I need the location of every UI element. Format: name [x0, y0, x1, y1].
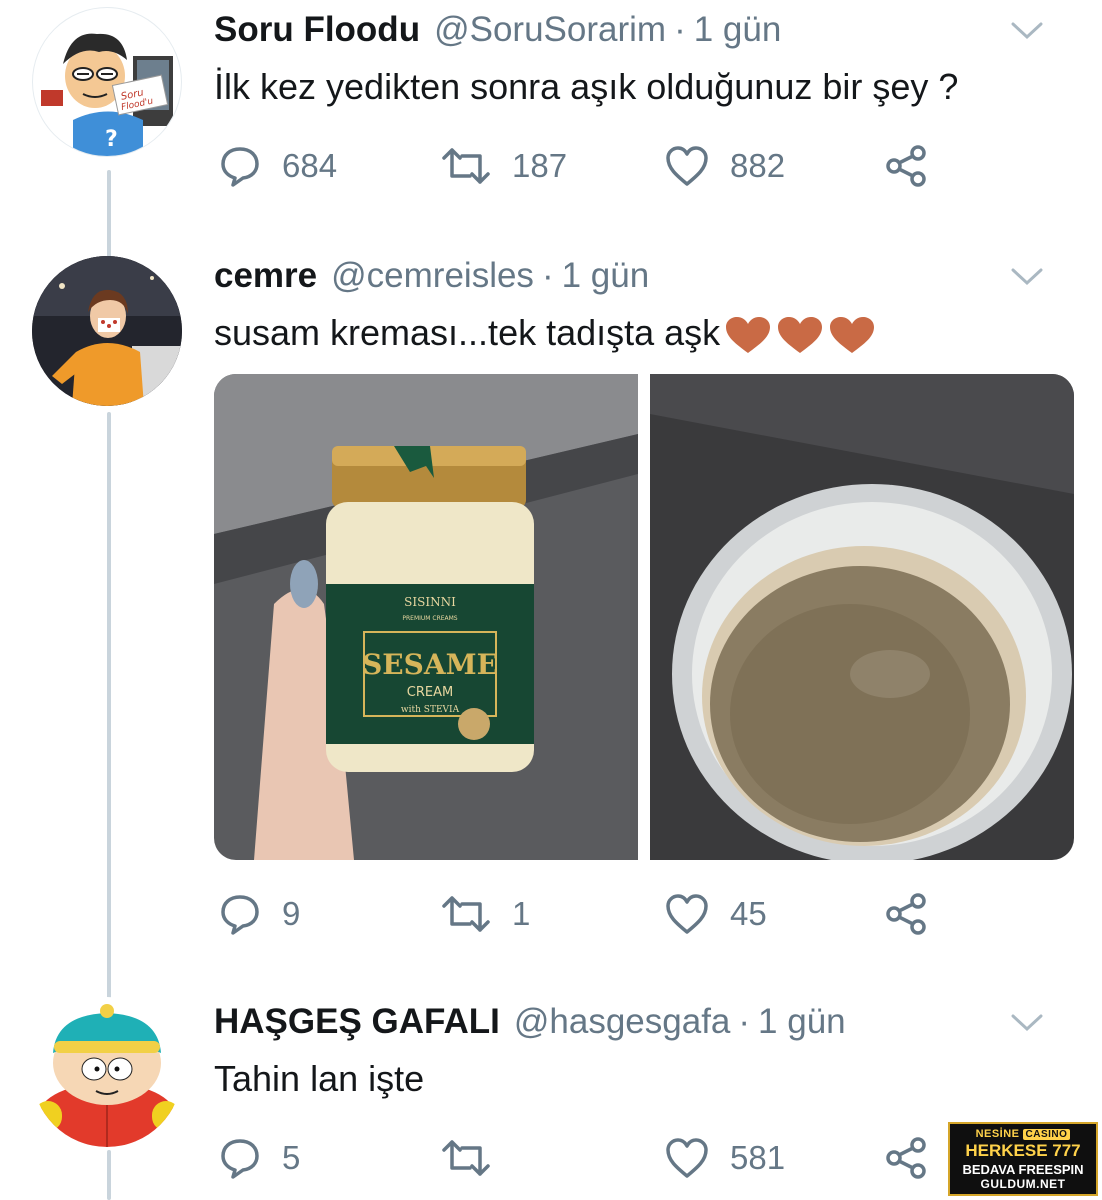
- tweet-actions: 9 1 45: [214, 892, 1072, 942]
- thread-line: [107, 170, 111, 258]
- like-button[interactable]: 45: [664, 892, 767, 936]
- jar-note: with STEVIA: [401, 705, 460, 715]
- separator: ·: [541, 256, 554, 295]
- chevron-down-icon[interactable]: [1010, 20, 1044, 42]
- share-icon: [886, 145, 926, 187]
- jar-subtitle: PREMIUM CREAMS: [402, 615, 457, 622]
- tweet-text: İlk kez yedikten sonra aşık olduğunuz bi…: [214, 66, 959, 107]
- share-icon: [886, 893, 926, 935]
- ad-banner[interactable]: NESİNE CASINO HERKESE 777 BEDAVA FREESPI…: [948, 1122, 1098, 1196]
- share-button[interactable]: [884, 892, 928, 936]
- like-button[interactable]: 882: [664, 144, 785, 188]
- reply-button[interactable]: 9: [218, 892, 300, 936]
- ad-brand-name: NESİNE: [975, 1128, 1020, 1140]
- share-icon: [886, 1137, 926, 1179]
- heart-icon: [666, 146, 708, 186]
- sesame-jar-photo: SISINNI PREMIUM CREAMS SESAME CREAM with…: [214, 374, 638, 860]
- handle[interactable]: @hasgesgafa: [514, 998, 731, 1046]
- tweet-actions: 684 187 882: [214, 144, 1072, 194]
- media-photo-jar[interactable]: SISINNI PREMIUM CREAMS SESAME CREAM with…: [214, 374, 638, 860]
- reply-count: 5: [282, 1139, 301, 1176]
- like-button[interactable]: 581: [664, 1136, 785, 1180]
- tweet-text-content: susam kreması...tek tadışta aşk: [214, 312, 721, 353]
- tweet-media[interactable]: SISINNI PREMIUM CREAMS SESAME CREAM with…: [214, 374, 1074, 860]
- heart-emoji-icon: [726, 317, 875, 354]
- tweet[interactable]: HAŞGEŞ GAFALI @hasgesgafa · 1 gün Tahin …: [214, 998, 1072, 1179]
- like-count: 882: [730, 147, 786, 184]
- tweet-text: Tahin lan işte: [214, 1058, 425, 1099]
- tweet[interactable]: Soru Floodu @SoruSorarim · 1 gün İlk kez…: [214, 6, 1072, 187]
- chevron-down-icon[interactable]: [1010, 1012, 1044, 1034]
- display-name[interactable]: cemre: [214, 252, 317, 300]
- separator: ·: [738, 1002, 751, 1041]
- person-photo-avatar-icon: [32, 256, 182, 406]
- timestamp[interactable]: 1 gün: [758, 998, 846, 1046]
- ad-brand: NESİNE CASINO: [950, 1128, 1096, 1140]
- heart-icon: [666, 1138, 708, 1178]
- ad-brand-tag: CASINO: [1022, 1128, 1071, 1140]
- tweet-actions: 5 581: [214, 1136, 1072, 1186]
- heart-icon: [666, 894, 708, 934]
- reply-icon: [221, 1139, 259, 1179]
- avatar-cemre[interactable]: [32, 256, 182, 406]
- thread-line: [107, 1150, 111, 1200]
- timestamp[interactable]: 1 gün: [562, 252, 650, 300]
- share-button[interactable]: [884, 144, 928, 188]
- svg-text:?: ?: [105, 127, 118, 152]
- media-photo-open-jar[interactable]: [650, 374, 1074, 860]
- separator: ·: [674, 10, 686, 49]
- ad-line1: HERKESE 777: [965, 1141, 1081, 1160]
- retweet-icon: [442, 1140, 490, 1176]
- cartoon-cartman-avatar-icon: [34, 1004, 180, 1147]
- tweet-header: HAŞGEŞ GAFALI @hasgesgafa · 1 gün: [214, 998, 1072, 1046]
- tweet[interactable]: cemre @cemreisles · 1 gün susam kreması.…: [214, 252, 1074, 935]
- share-button[interactable]: [884, 1136, 928, 1180]
- handle[interactable]: @SoruSorarim: [434, 6, 666, 54]
- reply-icon: [221, 147, 259, 187]
- avatar-sorufloodu[interactable]: ? Soru Flood'u: [32, 7, 182, 157]
- open-jar-photo: [650, 374, 1074, 860]
- chevron-down-icon[interactable]: [1010, 266, 1044, 288]
- ad-line2: BEDAVA FREESPIN: [962, 1162, 1084, 1177]
- display-name[interactable]: HAŞGEŞ GAFALI: [214, 998, 500, 1046]
- retweet-button[interactable]: 187: [440, 144, 567, 188]
- jar-type: CREAM: [407, 685, 453, 700]
- timestamp[interactable]: 1 gün: [694, 6, 782, 54]
- tweet-header: cemre @cemreisles · 1 gün: [214, 252, 1072, 300]
- reply-icon: [221, 895, 259, 935]
- tweet-header: Soru Floodu @SoruSorarim · 1 gün: [214, 6, 1072, 54]
- retweet-icon: [442, 896, 490, 932]
- jar-brand: SISINNI: [404, 595, 456, 609]
- like-count: 45: [730, 895, 767, 932]
- display-name[interactable]: Soru Floodu: [214, 6, 420, 54]
- retweet-count: 187: [512, 147, 568, 184]
- retweet-button[interactable]: [440, 1136, 512, 1180]
- jar-title: SESAME: [362, 648, 498, 681]
- reply-button[interactable]: 684: [218, 144, 337, 188]
- reply-count: 9: [282, 895, 301, 932]
- retweet-icon: [442, 148, 490, 184]
- tweet-text: susam kreması...tek tadışta aşk: [214, 308, 1072, 358]
- thread-line: [107, 412, 111, 1000]
- reply-count: 684: [282, 147, 338, 184]
- cartoon-question-avatar-icon: ? Soru Flood'u: [41, 33, 173, 156]
- like-count: 581: [730, 1139, 786, 1176]
- retweet-count: 1: [512, 895, 531, 932]
- ad-line3: GULDUM.NET: [980, 1177, 1066, 1191]
- avatar-hasgesgafa[interactable]: [32, 997, 182, 1147]
- reply-button[interactable]: 5: [218, 1136, 300, 1180]
- handle[interactable]: @cemreisles: [331, 252, 534, 300]
- retweet-button[interactable]: 1: [440, 892, 530, 936]
